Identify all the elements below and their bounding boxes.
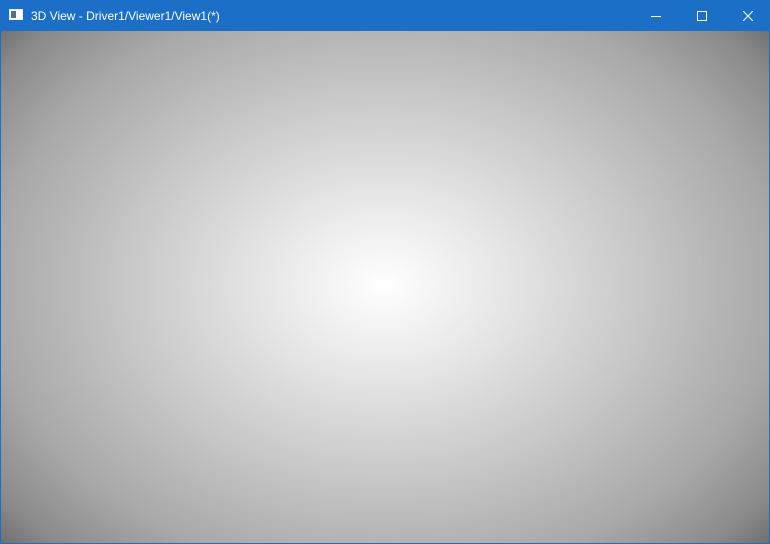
close-button[interactable]: [725, 1, 769, 31]
maximize-button[interactable]: [679, 1, 725, 31]
app-window: 3D View - Driver1/Viewer1/View1(*): [0, 0, 770, 544]
close-icon: [743, 11, 753, 21]
3d-viewport-canvas[interactable]: [1, 31, 769, 543]
title-bar[interactable]: 3D View - Driver1/Viewer1/View1(*): [1, 1, 769, 31]
minimize-button[interactable]: [633, 1, 679, 31]
window-title: 3D View - Driver1/Viewer1/View1(*): [31, 9, 220, 23]
maximize-icon: [697, 11, 707, 21]
app-icon[interactable]: [9, 9, 23, 20]
minimize-icon: [651, 16, 661, 17]
app-icon-pane: [11, 11, 16, 18]
